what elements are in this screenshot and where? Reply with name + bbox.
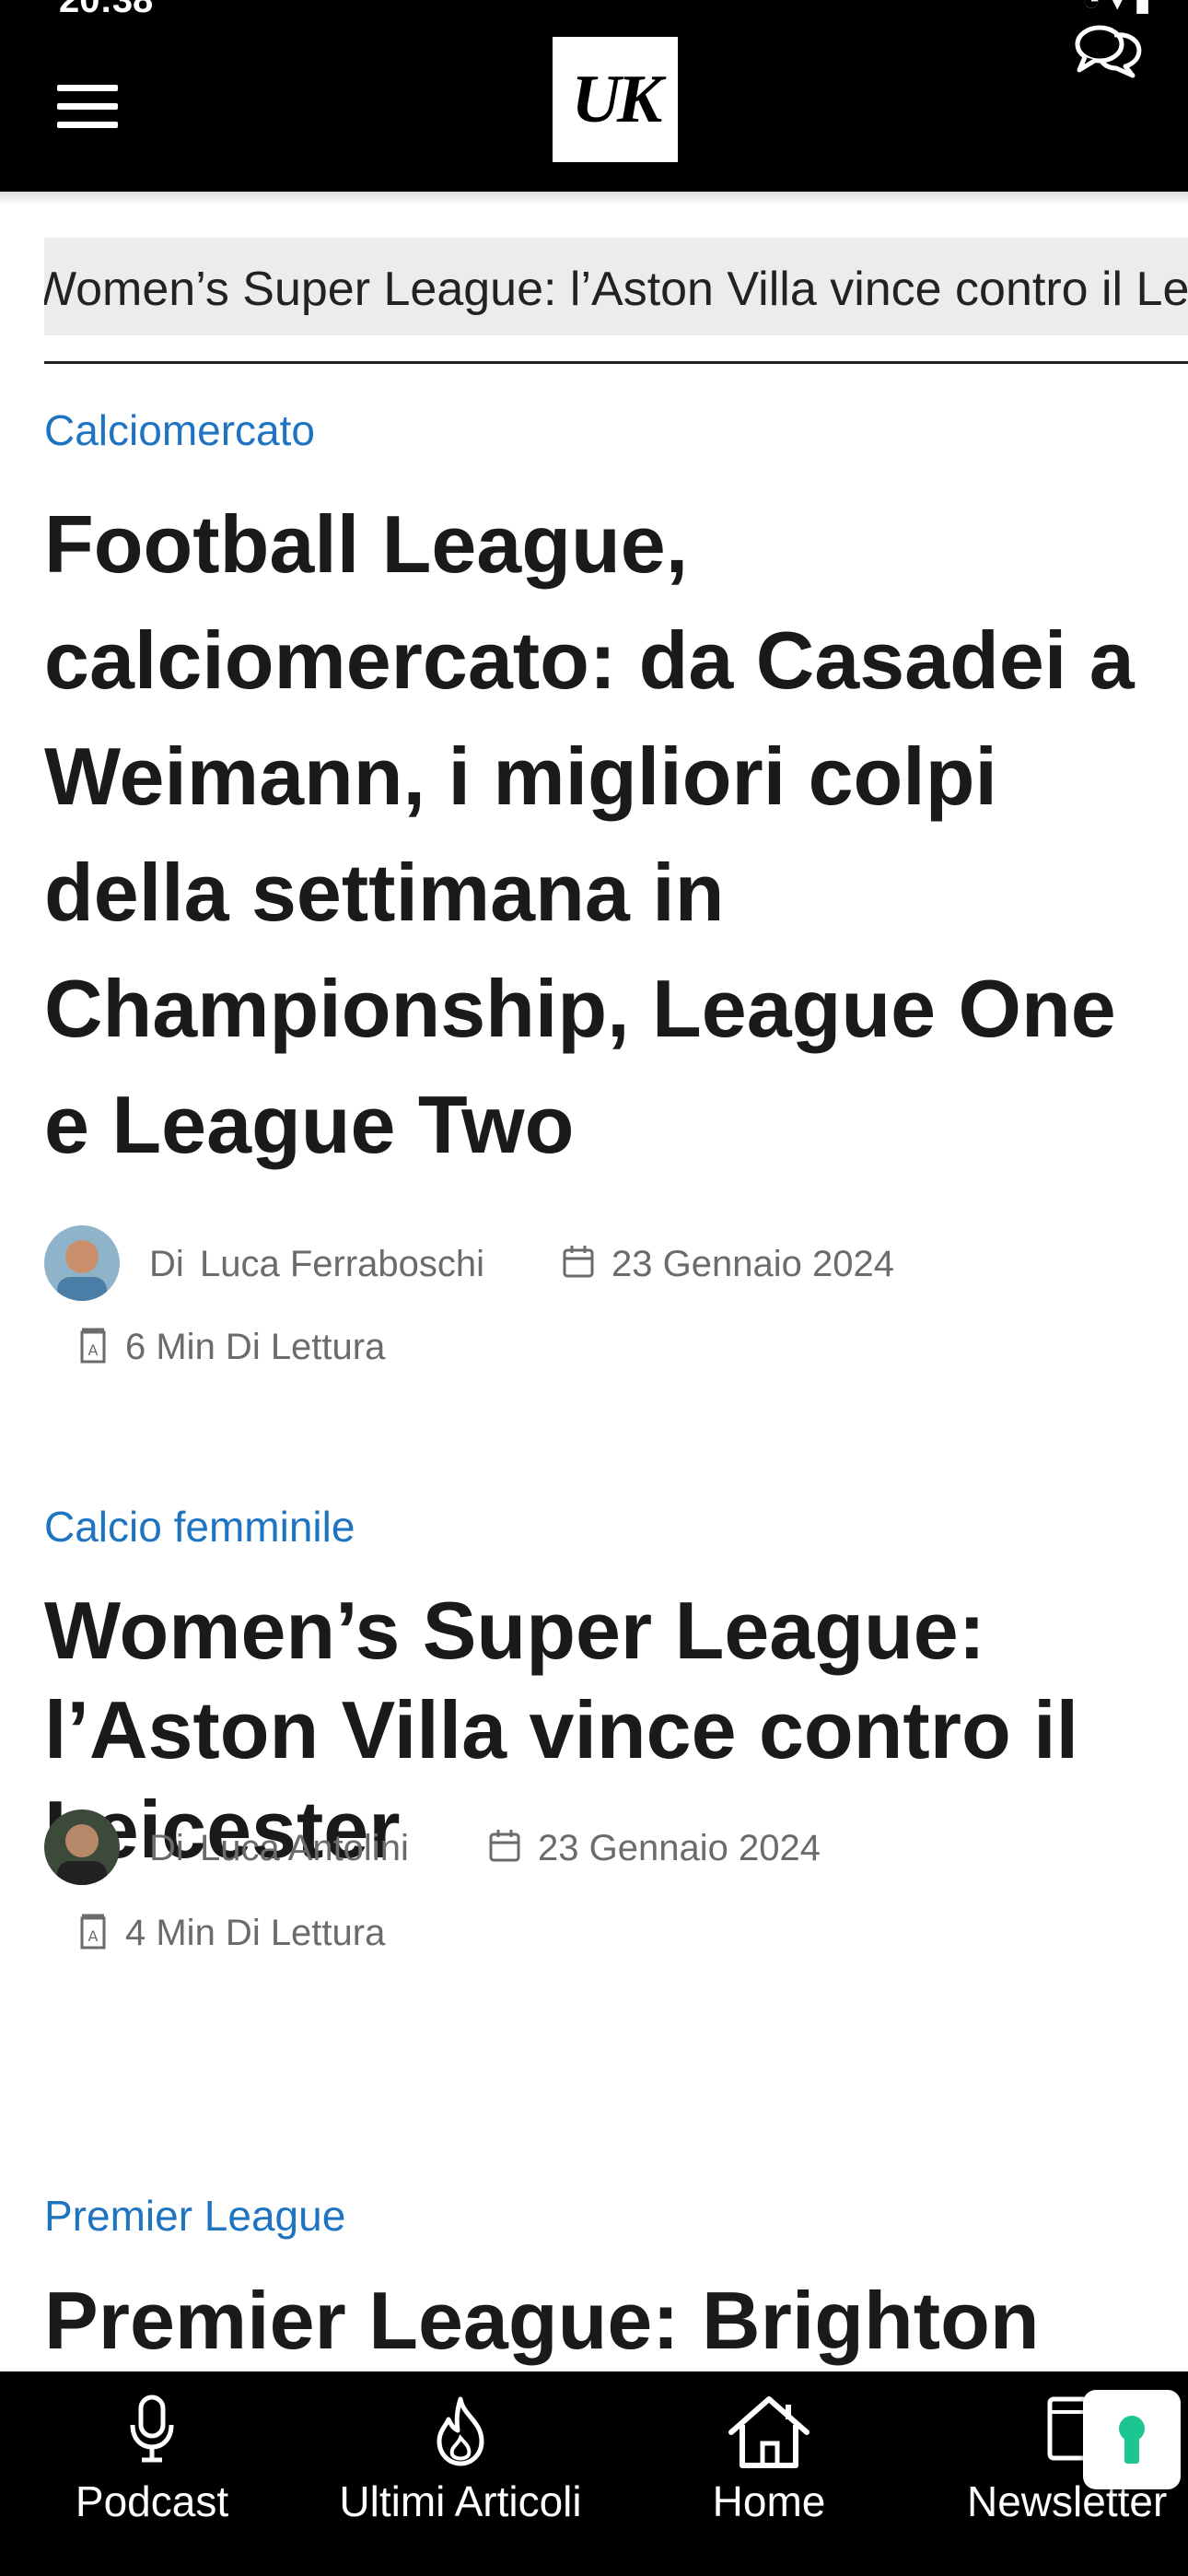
- ticker-text: Women’s Super League: l’Aston Villa vinc…: [44, 263, 1188, 316]
- nav-podcast[interactable]: Podcast: [37, 2371, 267, 2576]
- logo-text: UK: [571, 61, 663, 137]
- author-avatar[interactable]: [44, 1809, 120, 1885]
- site-logo[interactable]: UK: [553, 37, 678, 162]
- menu-line-icon: [57, 103, 118, 110]
- author-avatar[interactable]: [44, 1225, 120, 1301]
- nav-label: Podcast: [75, 2477, 229, 2525]
- article-category[interactable]: Premier League: [44, 2191, 345, 2241]
- article-title[interactable]: Football League, calciomercato: da Casad…: [44, 486, 1177, 1183]
- author-name[interactable]: Luca Antolini: [200, 1828, 409, 1869]
- nav-label: Ultimi Articoli: [339, 2477, 582, 2525]
- flame-icon: [437, 2396, 484, 2466]
- nav-label: Home: [712, 2477, 826, 2525]
- news-ticker[interactable]: Women’s Super League: l’Aston Villa vinc…: [44, 238, 1188, 335]
- reading-time-icon: A: [80, 1914, 106, 1950]
- author-name[interactable]: Luca Ferraboschi: [200, 1244, 484, 1285]
- article-category[interactable]: Calcio femminile: [44, 1502, 355, 1551]
- svg-text:A: A: [88, 1341, 99, 1359]
- chat-bubbles-icon: [1075, 25, 1142, 78]
- article-category[interactable]: Calciomercato: [44, 405, 315, 455]
- microphone-icon: [130, 2395, 174, 2463]
- avatar-photo-icon: [44, 1225, 120, 1301]
- nav-home[interactable]: Home: [663, 2371, 875, 2576]
- read-time: 4 Min Di Lettura: [125, 1913, 386, 1953]
- bottom-navigation: Podcast Ultimi Articoli Home Newsletter: [0, 2371, 1188, 2576]
- calendar-icon: [489, 1830, 520, 1862]
- article-date: 23 Gennaio 2024: [611, 1244, 894, 1284]
- avatar-photo-icon: [44, 1809, 120, 1885]
- author-prefix: Di: [149, 1828, 184, 1868]
- svg-text:A: A: [88, 1927, 99, 1945]
- nav-ultimi-articoli[interactable]: Ultimi Articoli: [313, 2371, 608, 2576]
- top-app-bar: 20:38 ◔ ▾ ▮ UK: [0, 0, 1188, 205]
- privacy-preferences-button[interactable]: [1083, 2390, 1181, 2489]
- ticker-divider: [44, 361, 1188, 364]
- hamburger-menu-button[interactable]: [57, 85, 118, 129]
- menu-line-icon: [57, 122, 118, 128]
- calendar-icon: [563, 1246, 594, 1278]
- comments-button[interactable]: [1072, 20, 1146, 81]
- home-icon: [728, 2396, 809, 2468]
- status-icons: ◔ ▾ ▮: [1081, 0, 1151, 18]
- read-time: 6 Min Di Lettura: [125, 1327, 386, 1367]
- menu-line-icon: [57, 85, 118, 91]
- reading-time-icon: A: [80, 1328, 106, 1364]
- status-time: 20:38: [59, 0, 154, 20]
- author-prefix: Di: [149, 1244, 184, 1284]
- article-date: 23 Gennaio 2024: [538, 1828, 821, 1868]
- privacy-keyhole-icon: [1119, 2416, 1145, 2464]
- article-title[interactable]: Premier League: Brighton: [44, 2263, 1177, 2379]
